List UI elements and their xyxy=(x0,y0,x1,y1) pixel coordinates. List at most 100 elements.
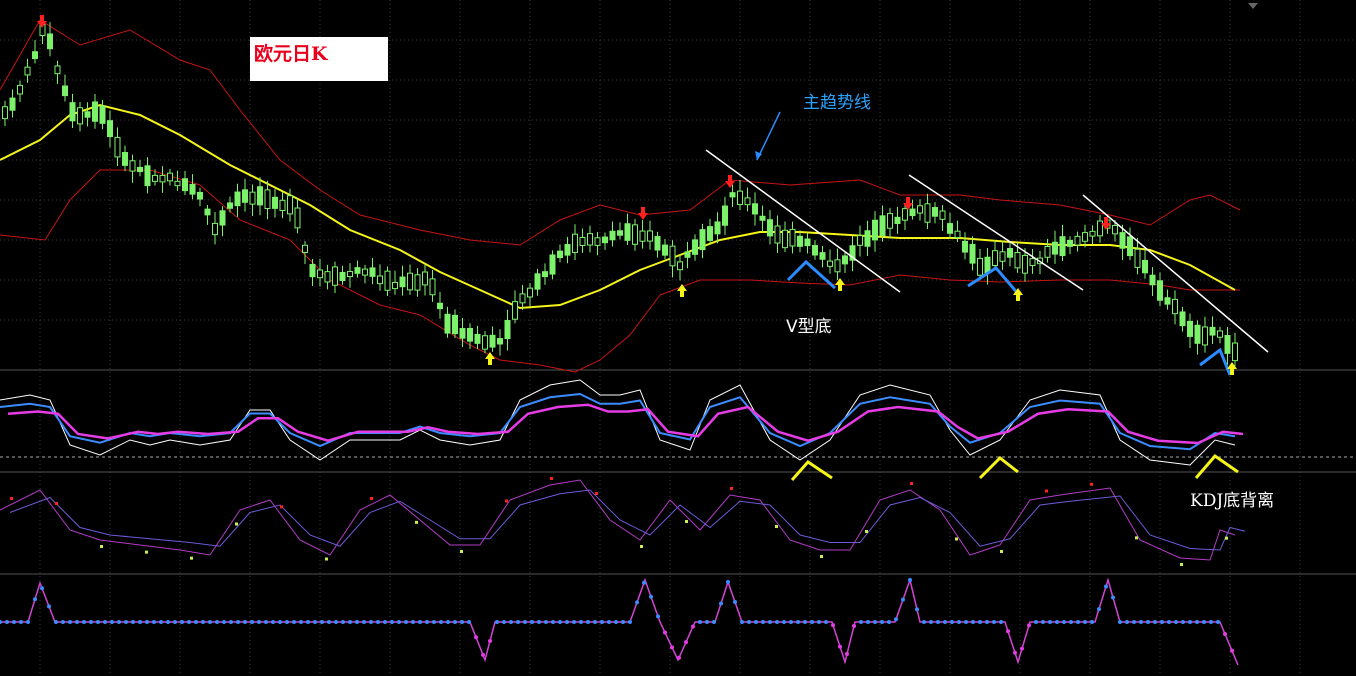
step-indicator-dot xyxy=(957,620,961,624)
step-indicator-dot xyxy=(446,620,450,624)
step-indicator-dot xyxy=(40,586,44,591)
step-indicator-dot xyxy=(439,620,443,624)
step-indicator-dot xyxy=(222,620,226,624)
candlestick xyxy=(392,281,398,290)
candlestick xyxy=(1194,324,1201,344)
forex-chart-window[interactable] xyxy=(0,0,1356,676)
candlestick xyxy=(714,221,721,235)
step-indicator-dot xyxy=(572,620,576,624)
oscillator-signal-dot xyxy=(325,557,328,561)
candlestick xyxy=(969,243,976,264)
candlestick xyxy=(279,199,286,212)
oscillator-signal-dot xyxy=(820,555,823,558)
step-indicator-dot xyxy=(691,624,695,629)
step-indicator-dot xyxy=(544,620,548,624)
candlestick xyxy=(1209,326,1216,336)
candlestick xyxy=(512,301,518,320)
candlestick xyxy=(662,244,668,256)
candlestick xyxy=(152,174,158,182)
candlestick xyxy=(317,269,323,279)
step-indicator-dot xyxy=(369,620,373,624)
step-indicator-dot xyxy=(1097,607,1101,612)
candlestick xyxy=(407,272,413,291)
candlestick xyxy=(99,105,106,124)
step-indicator-dot xyxy=(607,620,611,624)
oscillator-signal-dot xyxy=(1135,536,1138,540)
buy-signal-arrow-icon xyxy=(485,352,495,365)
candlestick xyxy=(212,222,218,236)
step-indicator-dot xyxy=(257,620,261,624)
step-indicator-dot xyxy=(33,597,37,602)
candlestick xyxy=(144,165,151,187)
step-indicator-dot xyxy=(726,580,730,584)
candlestick xyxy=(1082,232,1088,242)
step-indicator-dot xyxy=(950,620,954,624)
step-indicator-dot xyxy=(971,620,975,624)
candlestick xyxy=(1142,259,1148,274)
chart-scroll-marker-icon[interactable] xyxy=(1248,3,1258,9)
candlestick xyxy=(669,245,676,267)
step-indicator-dot xyxy=(1139,620,1143,624)
oscillator-signal-dot xyxy=(280,505,283,509)
step-indicator-dot xyxy=(999,620,1003,624)
candlestick xyxy=(504,320,511,340)
candlestick xyxy=(137,166,143,173)
step-indicator-dot xyxy=(1181,620,1185,624)
candlestick xyxy=(617,230,623,236)
candlestick xyxy=(197,191,203,200)
candlestick xyxy=(377,275,383,285)
candlestick xyxy=(789,228,796,247)
step-indicator-dot xyxy=(817,620,821,624)
kdj-divergence-pattern xyxy=(790,460,833,481)
candlestick xyxy=(92,101,98,122)
candlestick xyxy=(1187,320,1193,337)
step-indicator-dot xyxy=(1118,620,1122,624)
step-indicator-dot xyxy=(348,620,352,624)
oscillator-signal-dot xyxy=(370,497,373,500)
candlestick xyxy=(452,314,458,335)
step-indicator-dot xyxy=(75,620,79,624)
step-indicator-dot xyxy=(705,620,709,624)
step-indicator-dot xyxy=(425,620,429,624)
candlestick xyxy=(1157,280,1163,301)
step-indicator-dot xyxy=(460,620,464,624)
candlestick xyxy=(519,293,526,304)
oscillator-signal-dot xyxy=(190,556,193,560)
candlestick xyxy=(872,219,878,241)
candlestick xyxy=(54,65,61,75)
step-indicator-dot xyxy=(838,644,842,649)
candlestick xyxy=(1089,230,1096,237)
step-indicator-dot xyxy=(1209,620,1213,624)
candlestick xyxy=(114,136,121,158)
candlestick xyxy=(294,207,301,229)
trend-pointer-line xyxy=(756,111,781,161)
candlestick xyxy=(579,236,586,246)
step-indicator-dot xyxy=(642,580,646,585)
chart-canvas[interactable] xyxy=(0,0,1356,676)
candlestick xyxy=(182,178,188,192)
step-indicator-dot xyxy=(103,620,107,624)
step-indicator-dot xyxy=(327,620,331,624)
step-indicator-dot xyxy=(1230,648,1234,653)
step-indicator-dot xyxy=(985,620,989,624)
oscillator-signal-dot xyxy=(775,525,778,528)
candlestick xyxy=(257,186,263,206)
step-indicator-dot xyxy=(397,620,401,624)
step-indicator-dot xyxy=(236,620,240,624)
candlestick xyxy=(804,238,811,247)
candlestick xyxy=(467,327,473,342)
step-indicator-dot xyxy=(873,620,877,624)
oscillator-slow-line xyxy=(9,489,1246,551)
candlestick xyxy=(759,215,766,221)
candlestick xyxy=(647,230,653,242)
step-indicator-dot xyxy=(47,604,51,609)
step-indicator-dot xyxy=(180,620,184,624)
candlestick xyxy=(84,111,91,118)
step-indicator-dot xyxy=(593,620,597,624)
candlestick xyxy=(437,302,443,310)
candlestick xyxy=(272,196,278,209)
candlestick xyxy=(902,208,908,221)
oscillator-fast-line xyxy=(0,479,1236,561)
step-indicator-dot xyxy=(1083,620,1087,624)
candlestick xyxy=(782,229,788,249)
